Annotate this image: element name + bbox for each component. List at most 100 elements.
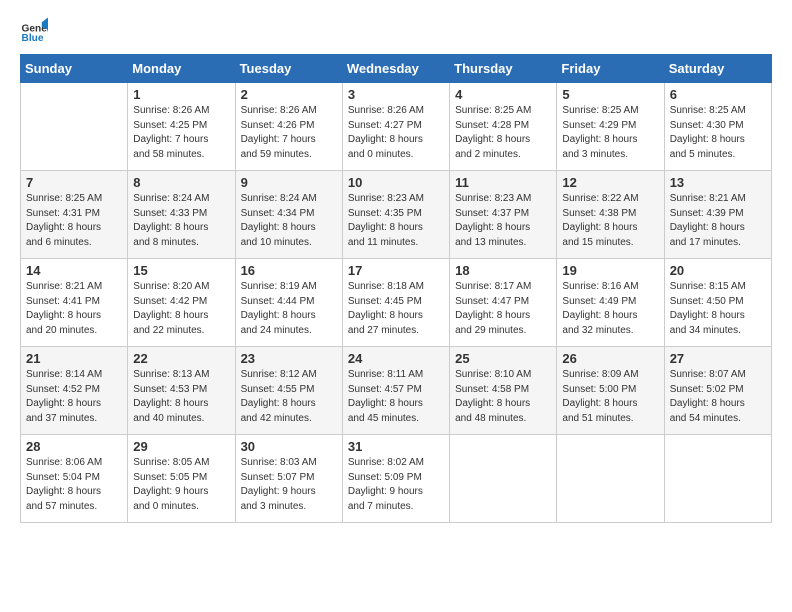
week-row-1: 1 Sunrise: 8:26 AMSunset: 4:25 PMDaylight… [21, 83, 772, 171]
day-info: Sunrise: 8:25 AMSunset: 4:31 PMDaylight:… [26, 192, 122, 250]
day-cell: 15 Sunrise: 8:20 AMSunset: 4:42 PMDayligh… [128, 259, 235, 347]
day-number: 9 [241, 175, 337, 190]
day-cell: 9 Sunrise: 8:24 AMSunset: 4:34 PMDaylight… [235, 171, 342, 259]
day-cell: 30 Sunrise: 8:03 AMSunset: 5:07 PMDayligh… [235, 435, 342, 523]
day-info: Sunrise: 8:11 AMSunset: 4:57 PMDaylight:… [348, 368, 444, 426]
day-cell: 19Sunrise: 8:16 AMSunset: 4:49 PMDayligh… [557, 259, 664, 347]
day-info: Sunrise: 8:18 AMSunset: 4:45 PMDaylight:… [348, 280, 444, 338]
weekday-header-monday: Monday [128, 55, 235, 83]
day-info: Sunrise: 8:23 AMSunset: 4:35 PMDaylight:… [348, 192, 444, 250]
day-number: 8 [133, 175, 229, 190]
day-info: Sunrise: 8:25 AMSunset: 4:28 PMDaylight:… [455, 104, 551, 162]
day-cell [450, 435, 557, 523]
day-cell: 21 Sunrise: 8:14 AMSunset: 4:52 PMDayligh… [21, 347, 128, 435]
day-number: 5 [562, 87, 658, 102]
week-row-5: 28 Sunrise: 8:06 AMSunset: 5:04 PMDayligh… [21, 435, 772, 523]
day-number: 28 [26, 439, 122, 454]
day-info: Sunrise: 8:17 AMSunset: 4:47 PMDaylight:… [455, 280, 551, 338]
week-row-3: 14Sunrise: 8:21 AMSunset: 4:41 PMDayligh… [21, 259, 772, 347]
day-info: Sunrise: 8:25 AMSunset: 4:30 PMDaylight:… [670, 104, 766, 162]
day-number: 29 [133, 439, 229, 454]
day-number: 6 [670, 87, 766, 102]
day-info: Sunrise: 8:03 AMSunset: 5:07 PMDaylight:… [241, 456, 337, 514]
day-number: 7 [26, 175, 122, 190]
day-info: Sunrise: 8:06 AMSunset: 5:04 PMDaylight:… [26, 456, 122, 514]
day-info: Sunrise: 8:19 AMSunset: 4:44 PMDaylight:… [241, 280, 337, 338]
day-cell: 12 Sunrise: 8:22 AMSunset: 4:38 PMDayligh… [557, 171, 664, 259]
day-info: Sunrise: 8:26 AMSunset: 4:27 PMDaylight:… [348, 104, 444, 162]
day-info: Sunrise: 8:22 AMSunset: 4:38 PMDaylight:… [562, 192, 658, 250]
day-number: 21 [26, 351, 122, 366]
day-number: 1 [133, 87, 229, 102]
logo: General Blue [20, 16, 48, 44]
weekday-header-saturday: Saturday [664, 55, 771, 83]
day-cell: 11 Sunrise: 8:23 AMSunset: 4:37 PMDayligh… [450, 171, 557, 259]
day-number: 22 [133, 351, 229, 366]
day-number: 4 [455, 87, 551, 102]
day-cell: 31 Sunrise: 8:02 AMSunset: 5:09 PMDayligh… [342, 435, 449, 523]
weekday-header-tuesday: Tuesday [235, 55, 342, 83]
day-cell: 16 Sunrise: 8:19 AMSunset: 4:44 PMDayligh… [235, 259, 342, 347]
week-row-2: 7 Sunrise: 8:25 AMSunset: 4:31 PMDaylight… [21, 171, 772, 259]
day-number: 23 [241, 351, 337, 366]
day-number: 17 [348, 263, 444, 278]
day-info: Sunrise: 8:14 AMSunset: 4:52 PMDaylight:… [26, 368, 122, 426]
day-cell: 1 Sunrise: 8:26 AMSunset: 4:25 PMDaylight… [128, 83, 235, 171]
day-number: 15 [133, 263, 229, 278]
day-info: Sunrise: 8:13 AMSunset: 4:53 PMDaylight:… [133, 368, 229, 426]
day-cell [664, 435, 771, 523]
day-cell: 20 Sunrise: 8:15 AMSunset: 4:50 PMDayligh… [664, 259, 771, 347]
day-info: Sunrise: 8:15 AMSunset: 4:50 PMDaylight:… [670, 280, 766, 338]
day-number: 11 [455, 175, 551, 190]
day-info: Sunrise: 8:12 AMSunset: 4:55 PMDaylight:… [241, 368, 337, 426]
day-number: 12 [562, 175, 658, 190]
day-number: 19 [562, 263, 658, 278]
day-cell [557, 435, 664, 523]
day-cell: 25Sunrise: 8:10 AMSunset: 4:58 PMDayligh… [450, 347, 557, 435]
day-cell [21, 83, 128, 171]
day-cell: 29 Sunrise: 8:05 AMSunset: 5:05 PMDayligh… [128, 435, 235, 523]
day-cell: 3 Sunrise: 8:26 AMSunset: 4:27 PMDaylight… [342, 83, 449, 171]
day-info: Sunrise: 8:23 AMSunset: 4:37 PMDaylight:… [455, 192, 551, 250]
day-cell: 5Sunrise: 8:25 AMSunset: 4:29 PMDaylight… [557, 83, 664, 171]
day-cell: 10 Sunrise: 8:23 AMSunset: 4:35 PMDayligh… [342, 171, 449, 259]
day-info: Sunrise: 8:02 AMSunset: 5:09 PMDaylight:… [348, 456, 444, 514]
day-number: 16 [241, 263, 337, 278]
day-cell: 28 Sunrise: 8:06 AMSunset: 5:04 PMDayligh… [21, 435, 128, 523]
day-info: Sunrise: 8:05 AMSunset: 5:05 PMDaylight:… [133, 456, 229, 514]
day-number: 31 [348, 439, 444, 454]
day-number: 2 [241, 87, 337, 102]
weekday-header-thursday: Thursday [450, 55, 557, 83]
day-info: Sunrise: 8:24 AMSunset: 4:33 PMDaylight:… [133, 192, 229, 250]
day-cell: 27 Sunrise: 8:07 AMSunset: 5:02 PMDayligh… [664, 347, 771, 435]
day-number: 25 [455, 351, 551, 366]
weekday-header-row: SundayMondayTuesdayWednesdayThursdayFrid… [21, 55, 772, 83]
day-number: 26 [562, 351, 658, 366]
day-number: 13 [670, 175, 766, 190]
day-cell: 6 Sunrise: 8:25 AMSunset: 4:30 PMDaylight… [664, 83, 771, 171]
day-cell: 7 Sunrise: 8:25 AMSunset: 4:31 PMDaylight… [21, 171, 128, 259]
day-info: Sunrise: 8:21 AMSunset: 4:41 PMDaylight:… [26, 280, 122, 338]
day-number: 24 [348, 351, 444, 366]
day-number: 27 [670, 351, 766, 366]
weekday-header-friday: Friday [557, 55, 664, 83]
weekday-header-sunday: Sunday [21, 55, 128, 83]
week-row-4: 21 Sunrise: 8:14 AMSunset: 4:52 PMDayligh… [21, 347, 772, 435]
day-info: Sunrise: 8:26 AMSunset: 4:25 PMDaylight:… [133, 104, 229, 162]
day-cell: 18Sunrise: 8:17 AMSunset: 4:47 PMDayligh… [450, 259, 557, 347]
day-info: Sunrise: 8:20 AMSunset: 4:42 PMDaylight:… [133, 280, 229, 338]
day-cell: 13 Sunrise: 8:21 AMSunset: 4:39 PMDayligh… [664, 171, 771, 259]
day-number: 20 [670, 263, 766, 278]
day-number: 3 [348, 87, 444, 102]
day-number: 30 [241, 439, 337, 454]
day-info: Sunrise: 8:21 AMSunset: 4:39 PMDaylight:… [670, 192, 766, 250]
day-cell: 2 Sunrise: 8:26 AMSunset: 4:26 PMDaylight… [235, 83, 342, 171]
day-cell: 8 Sunrise: 8:24 AMSunset: 4:33 PMDaylight… [128, 171, 235, 259]
page: General Blue SundayMondayTuesdayWednesda… [0, 0, 792, 612]
day-info: Sunrise: 8:07 AMSunset: 5:02 PMDaylight:… [670, 368, 766, 426]
day-info: Sunrise: 8:26 AMSunset: 4:26 PMDaylight:… [241, 104, 337, 162]
day-cell: 14Sunrise: 8:21 AMSunset: 4:41 PMDayligh… [21, 259, 128, 347]
logo-icon: General Blue [20, 16, 48, 44]
day-info: Sunrise: 8:24 AMSunset: 4:34 PMDaylight:… [241, 192, 337, 250]
day-number: 10 [348, 175, 444, 190]
